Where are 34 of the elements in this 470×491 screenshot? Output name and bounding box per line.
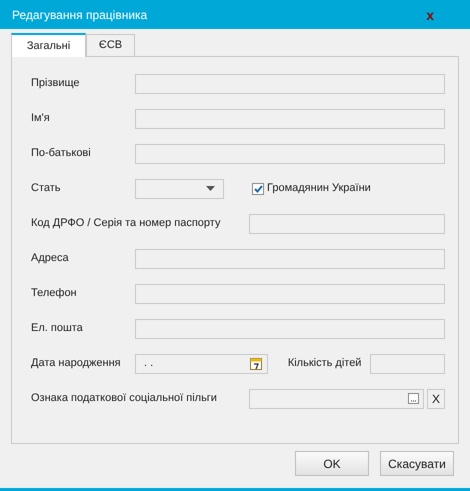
- input-field[interactable]: [135, 248, 445, 268]
- caret-icon: [206, 186, 215, 191]
- field-label: Код ДРФО / Серія та номер паспорту: [31, 216, 222, 232]
- input-field[interactable]: [249, 214, 445, 234]
- input-field[interactable]: [135, 74, 445, 94]
- lookup-field[interactable]: [249, 388, 424, 408]
- input-field[interactable]: [135, 284, 445, 304]
- field-label: Стать: [31, 181, 62, 196]
- clear-button[interactable]: X: [426, 388, 445, 408]
- tab[interactable]: Загальні: [11, 33, 86, 57]
- input-field[interactable]: [135, 108, 445, 128]
- tab[interactable]: ЄСВ: [86, 34, 135, 56]
- field-label: Адреса: [31, 251, 70, 266]
- dialog-button[interactable]: OK: [295, 451, 369, 476]
- checkbox-label: Громадянин України: [267, 181, 371, 196]
- close-button[interactable]: x: [426, 8, 434, 22]
- date-field[interactable]: . .: [135, 354, 268, 374]
- dropdown[interactable]: [135, 178, 224, 198]
- window-title: Редагування працівника: [12, 6, 148, 24]
- dialog-button[interactable]: Скасувати: [380, 451, 454, 476]
- calendar-icon[interactable]: [250, 357, 262, 370]
- field-label: Ім'я: [31, 111, 51, 126]
- field-label: Ознака податкової соціальної пільги: [31, 391, 218, 406]
- field-label: По-батькові: [31, 146, 92, 162]
- input-field[interactable]: [370, 354, 445, 374]
- field-label: Ел. пошта: [31, 321, 84, 336]
- input-field[interactable]: [135, 318, 445, 338]
- field-label: Кількість дітей: [288, 356, 362, 372]
- field-label: Дата народження: [31, 356, 122, 372]
- input-field[interactable]: [135, 144, 445, 164]
- field-label: Прізвище: [31, 76, 81, 92]
- field-label: Телефон: [31, 286, 78, 302]
- ellipsis-icon[interactable]: [408, 393, 419, 404]
- checkbox[interactable]: [252, 182, 264, 194]
